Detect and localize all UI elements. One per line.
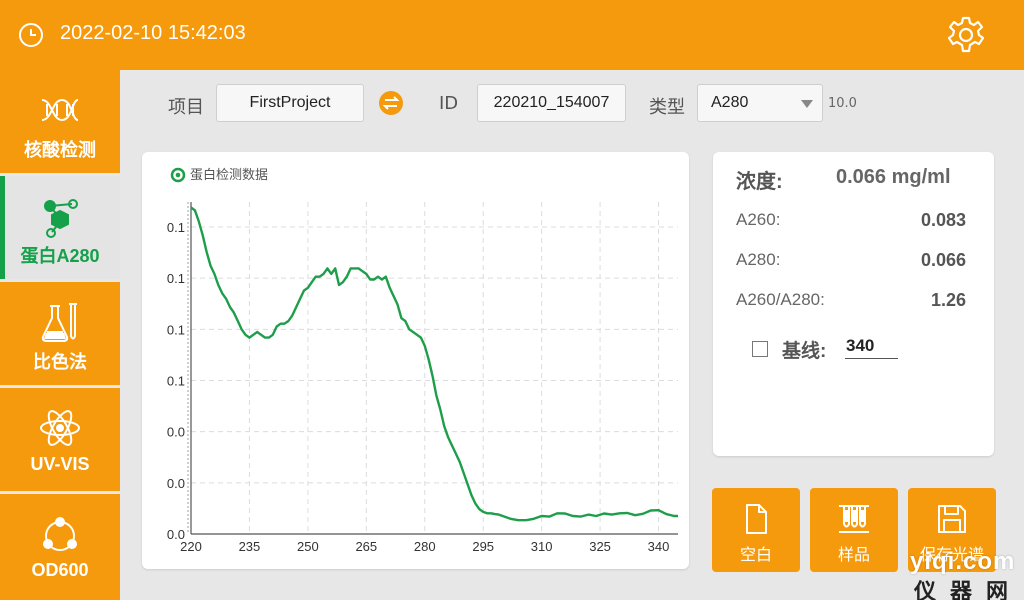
sidebar-item-uv-vis[interactable]: UV-VIS (0, 388, 120, 491)
factor-value: 10.0 (828, 96, 857, 111)
a260-label: A260: (736, 210, 781, 229)
project-label: 项目 (168, 97, 204, 118)
blank-button[interactable]: 空白 (712, 488, 800, 572)
sidebar-item-label: 核酸检测 (24, 140, 96, 160)
datetime: 2022-02-10 15:42:03 (60, 22, 246, 44)
watermark-domain: yiqi.com (910, 548, 1016, 575)
baseline-checkbox[interactable] (752, 341, 768, 357)
x-tick-label: 325 (589, 539, 611, 554)
spectrum-chart: 蛋白检测数据0.00.00.00.10.10.10.1220 235 250 265 2… (167, 167, 678, 554)
series-line-0 (190, 206, 678, 522)
x-tick-label: 295 (472, 539, 494, 554)
clock-icon (19, 23, 43, 47)
sidebar-item-label: 比色法 (33, 352, 87, 372)
spectrum-chart-card: 蛋白检测数据 0.0 0.0 0.0 0.1 0.1 0.1 0.1 220 235 250 265 2… (142, 152, 689, 569)
gear-icon[interactable] (944, 13, 988, 57)
sidebar-item-label: OD600 (31, 560, 89, 580)
molecule-icon (44, 199, 78, 238)
sample-button-label: 样品 (837, 545, 870, 564)
ratio-label: A260/A280: (736, 290, 825, 309)
results-card: 浓度: 0.066 mg/ml A260: 0.083 A280: 0.066 … (713, 152, 994, 456)
x-tick-label: 250 (297, 539, 319, 554)
y-tick-label: 0.1 (167, 322, 185, 337)
project-field[interactable]: FirstProject (216, 84, 364, 122)
swap-icon (382, 96, 400, 110)
ratio-value: 1.26 (930, 290, 966, 310)
sidebar: 核酸检测 蛋白A280 比色法 UV-VIS OD600 (0, 70, 120, 600)
watermark: yiqi.com 仪器网 (908, 548, 1024, 600)
y-tick-label: 0.0 (167, 425, 185, 440)
baseline-label: 基线: (782, 341, 827, 362)
x-tick-label: 310 (531, 539, 553, 554)
baseline-input[interactable] (845, 334, 898, 359)
top-bar: 2022-02-10 15:42:03 (0, 0, 1024, 70)
id-field[interactable]: 220210_154007 (477, 84, 626, 122)
x-tick-label: 235 (239, 539, 261, 554)
type-select-value: A280 (711, 94, 749, 111)
sidebar-item-colorimetric[interactable]: 比色法 (0, 282, 120, 385)
a280-label: A280: (736, 250, 781, 269)
sidebar-item-od600[interactable]: OD600 (0, 494, 120, 600)
document-icon (746, 504, 767, 534)
x-tick-label: 280 (414, 539, 436, 554)
concentration-label: 浓度: (736, 171, 783, 193)
y-tick-label: 0.1 (167, 271, 185, 286)
flask-icon (41, 303, 77, 342)
y-tick-label: 0.1 (167, 374, 185, 389)
x-tick-label: 340 (648, 539, 670, 554)
sidebar-item-label: 蛋白A280 (20, 246, 100, 266)
dna-icon (41, 98, 79, 122)
type-label: 类型 (649, 97, 685, 118)
blank-button-label: 空白 (739, 545, 772, 564)
watermark-brand: 仪器网 (914, 579, 1023, 600)
x-tick-label: 220 (180, 539, 202, 554)
a260-value: 0.083 (920, 210, 966, 230)
sidebar-item-label: UV-VIS (30, 454, 90, 474)
atom-icon (40, 410, 80, 446)
id-label: ID (439, 93, 459, 114)
x-tick-label: 265 (355, 539, 377, 554)
y-tick-label: 0.1 (167, 220, 185, 235)
y-tick-label: 0.0 (167, 476, 185, 491)
test-tubes-icon (839, 505, 869, 533)
legend-label: 蛋白检测数据 (190, 167, 268, 183)
cells-icon (43, 517, 77, 551)
sidebar-item-protein-a280[interactable]: 蛋白A280 (0, 176, 120, 279)
chevron-down-icon (801, 100, 813, 108)
type-select[interactable]: A280 (697, 84, 823, 122)
swap-project-button[interactable] (379, 91, 403, 115)
save-icon (938, 505, 966, 533)
legend-marker-dot (175, 172, 181, 178)
a280-value: 0.066 (920, 250, 966, 270)
sidebar-item-nucleic-acid[interactable]: 核酸检测 (0, 70, 120, 173)
sample-button[interactable]: 样品 (810, 488, 898, 572)
concentration-value: 0.066 mg/ml (836, 166, 951, 188)
